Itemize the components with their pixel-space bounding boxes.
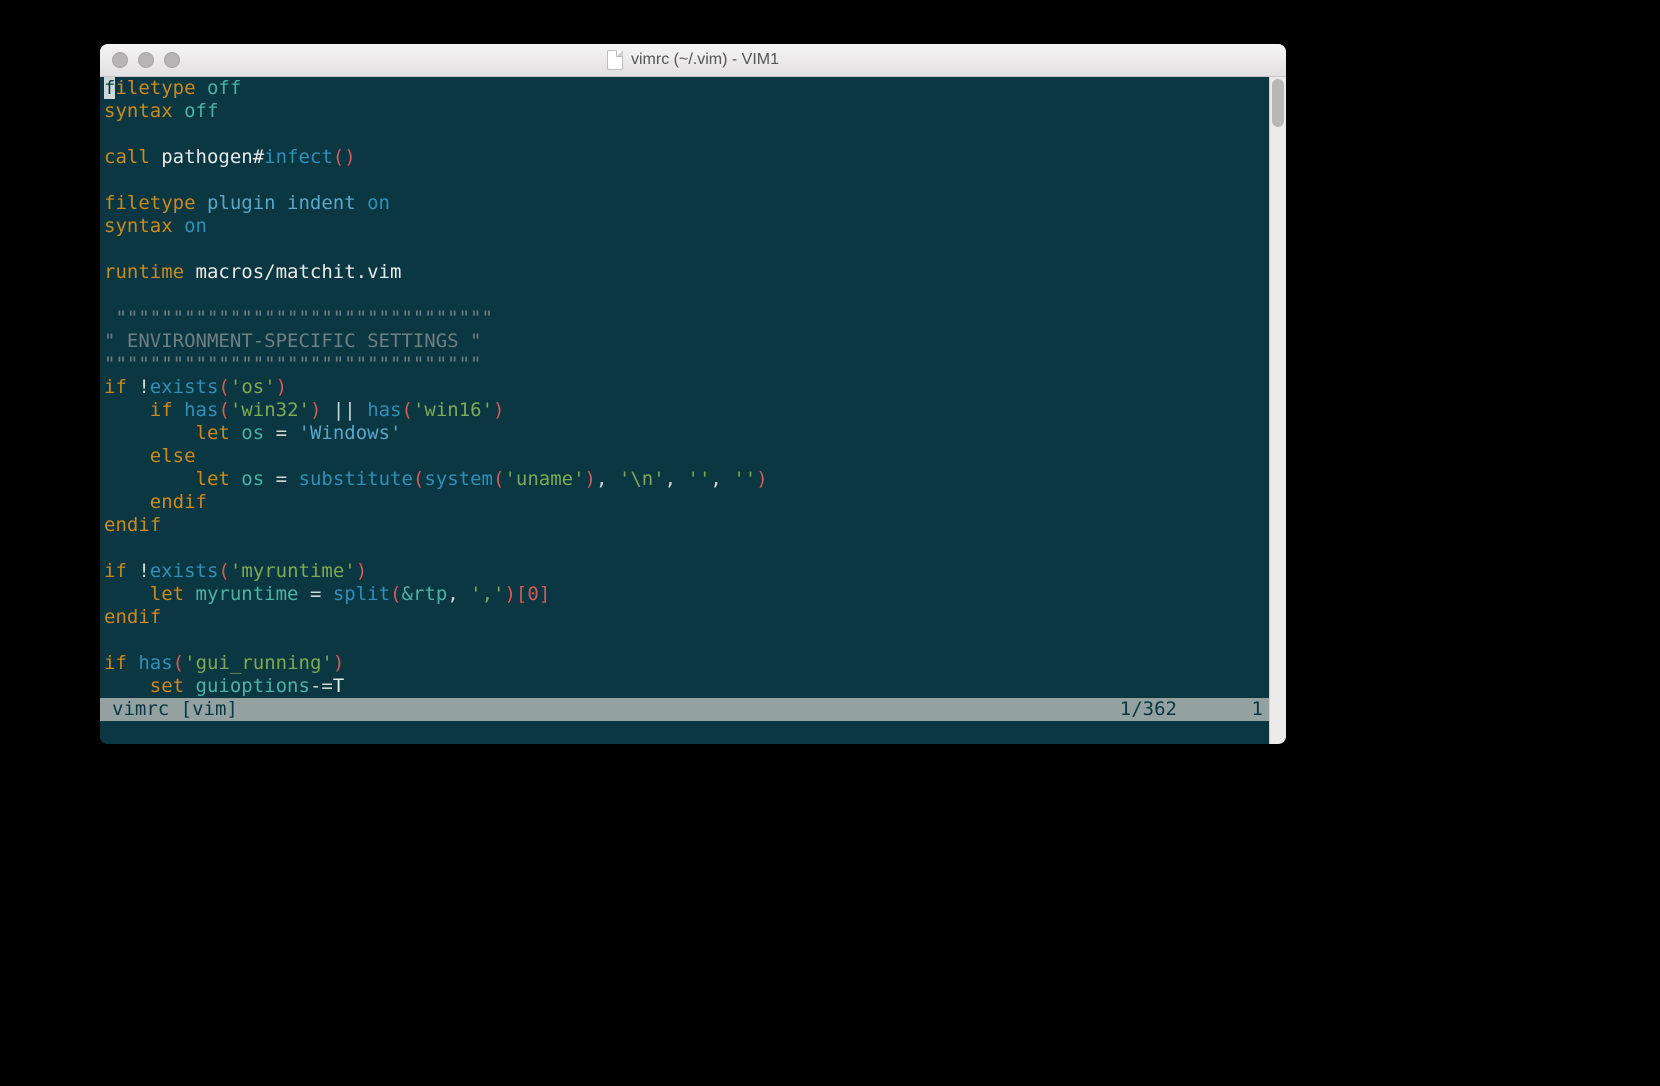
- app-window: vimrc (~/.vim) - VIM1 filetype off synta…: [100, 44, 1286, 744]
- editor-viewport[interactable]: filetype off syntax off call pathogen#in…: [100, 77, 1269, 744]
- traffic-zoom-button[interactable]: [164, 52, 180, 68]
- document-icon: [607, 50, 623, 70]
- status-position: 1/362: [1120, 698, 1177, 721]
- traffic-close-button[interactable]: [112, 52, 128, 68]
- vertical-scrollbar[interactable]: [1269, 77, 1286, 744]
- code-content[interactable]: filetype off syntax off call pathogen#in…: [100, 77, 1269, 698]
- text-cursor: f: [104, 77, 115, 99]
- scrollbar-thumb[interactable]: [1272, 79, 1284, 127]
- status-filename: vimrc [vim]: [106, 698, 238, 721]
- command-line[interactable]: [100, 721, 1269, 744]
- status-line: vimrc [vim] 1/362 1: [100, 698, 1269, 721]
- window-title: vimrc (~/.vim) - VIM1: [631, 51, 779, 69]
- traffic-minimize-button[interactable]: [138, 52, 154, 68]
- status-column: 1: [1235, 698, 1263, 721]
- titlebar[interactable]: vimrc (~/.vim) - VIM1: [100, 44, 1286, 77]
